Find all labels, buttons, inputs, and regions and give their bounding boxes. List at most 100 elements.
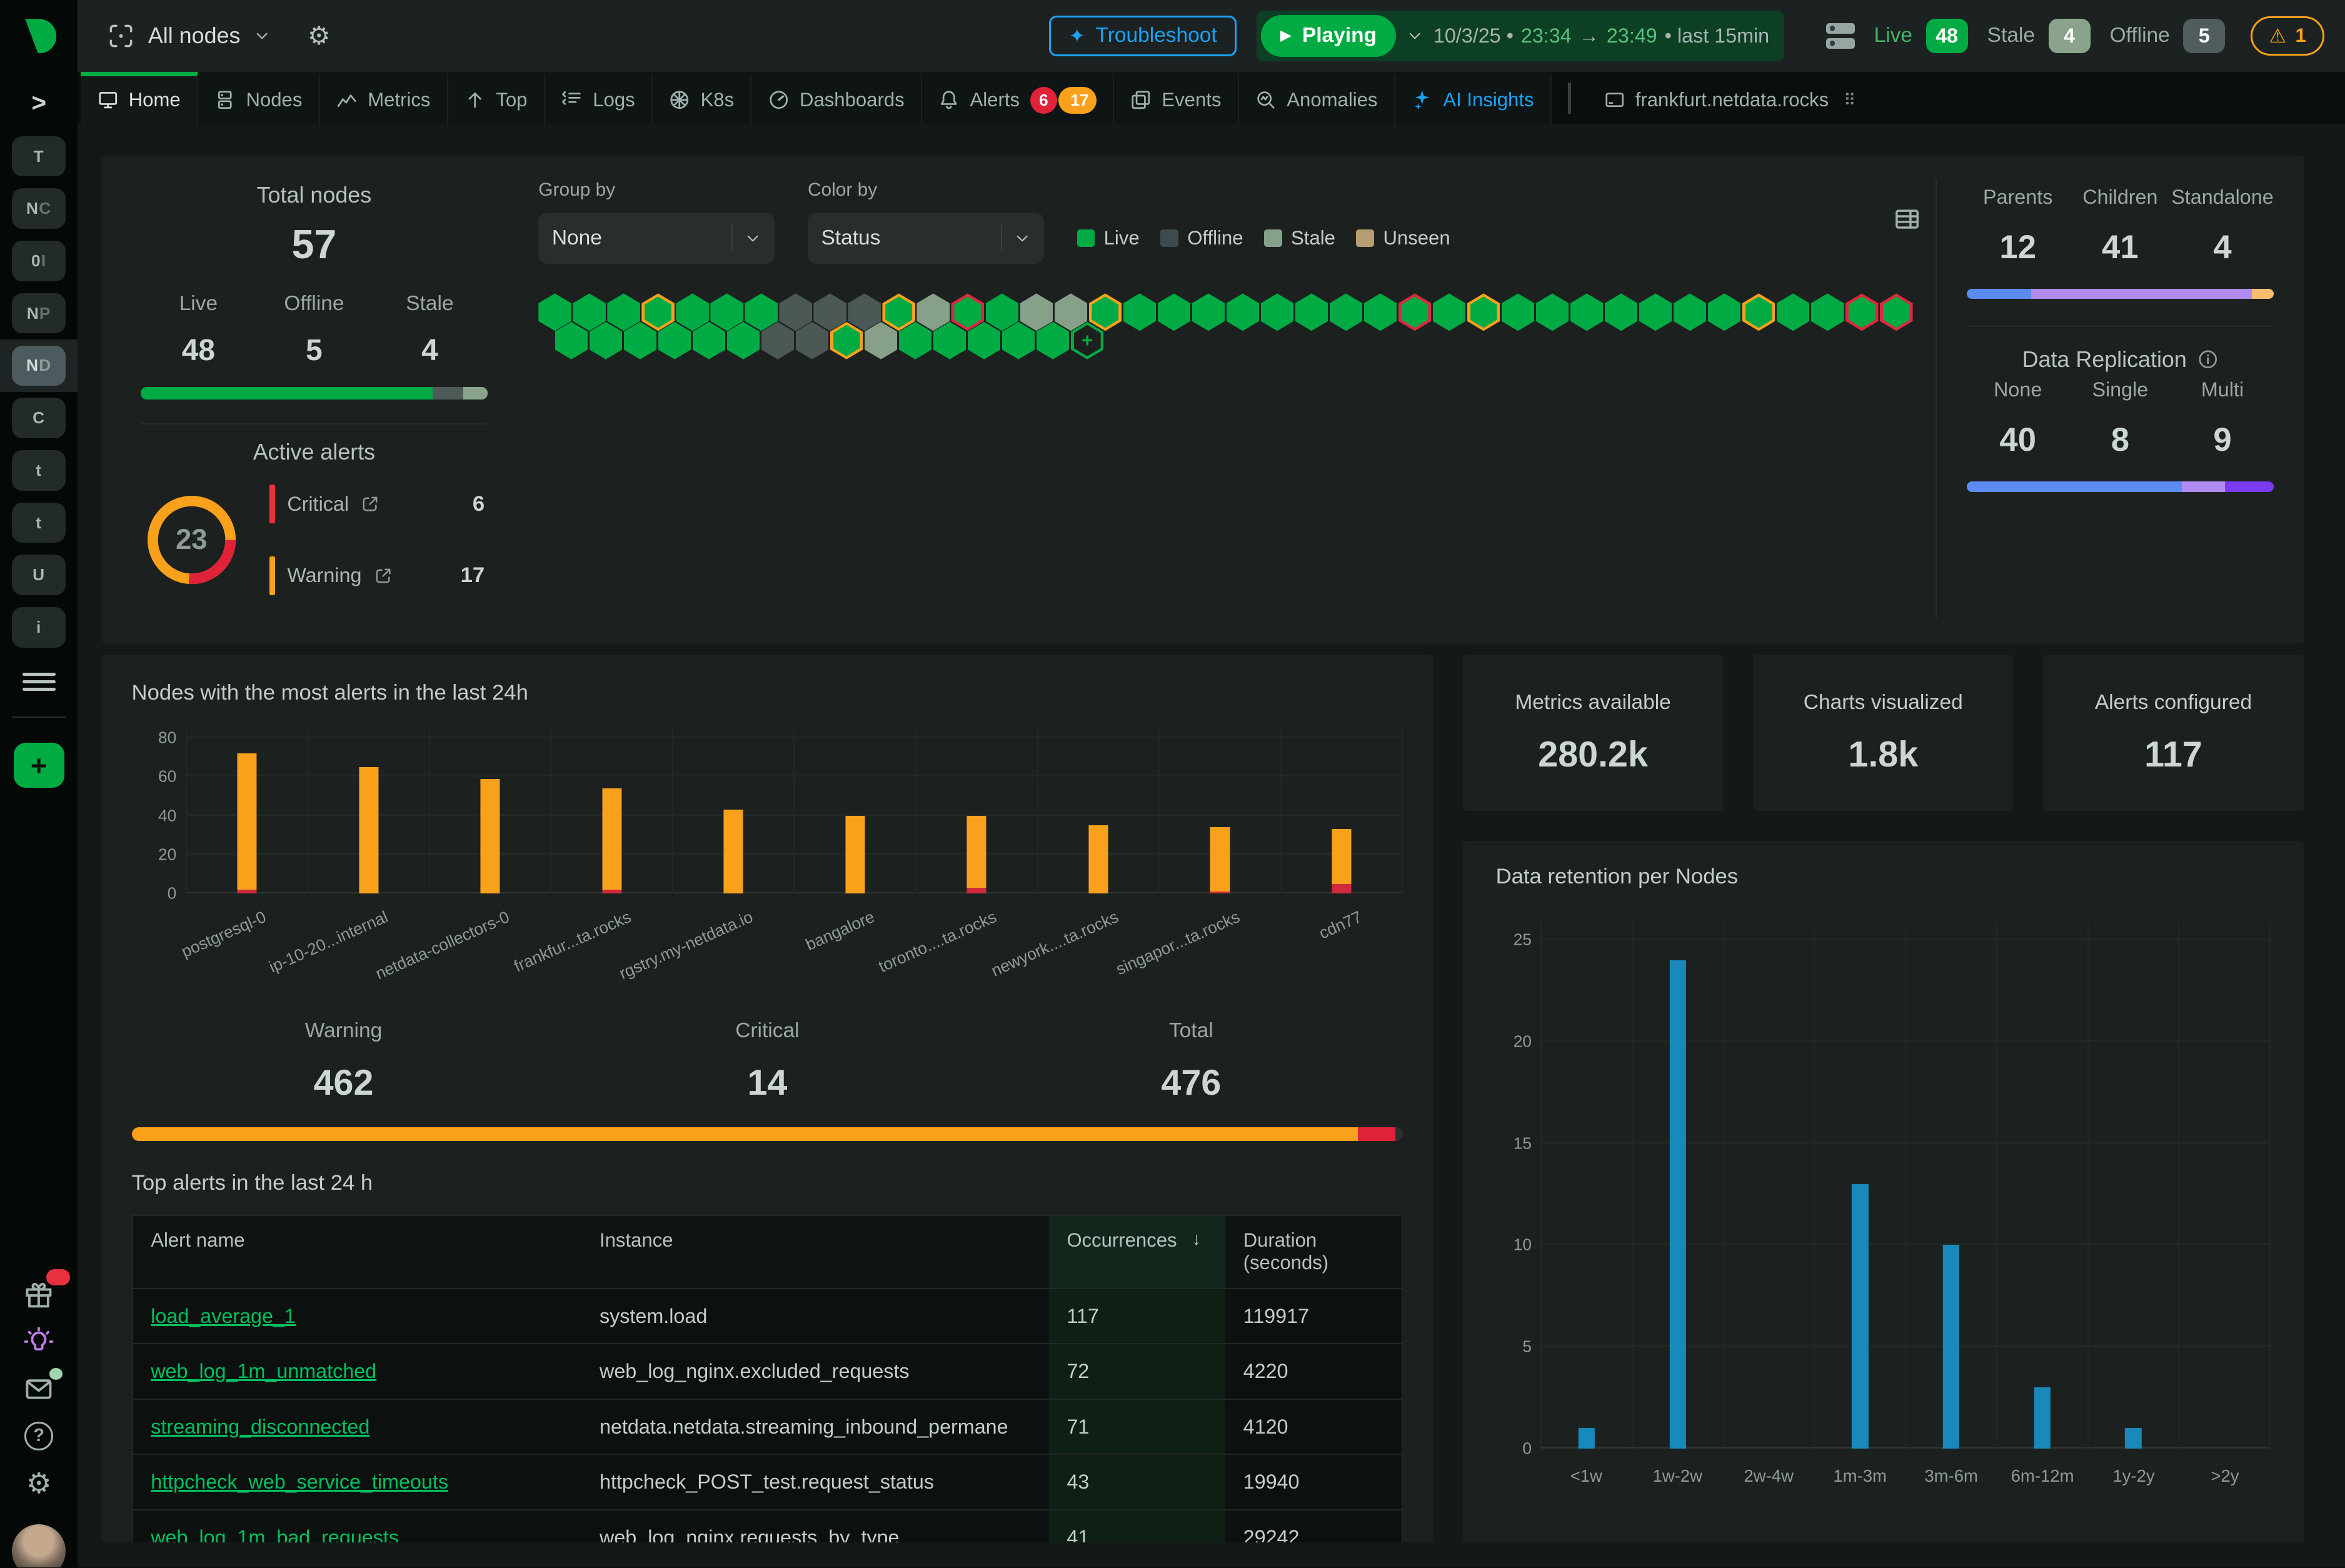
bar-bangalore [845, 816, 865, 893]
sparkle-icon: ✦ [1069, 26, 1085, 46]
playing-button[interactable]: ▶ Playing [1261, 15, 1396, 57]
alerts-ratio-bar [132, 1127, 1403, 1141]
mail-icon[interactable] [19, 1371, 58, 1407]
alert-name-cell[interactable]: web_log_1m_unmatched [133, 1343, 582, 1399]
tab-alerts[interactable]: Alerts617 [922, 72, 1114, 124]
tab-separator [1568, 83, 1571, 114]
alerts-bar-chart: 020406080postgresql-0ip-10-20...internal… [132, 729, 1403, 995]
alert-name-link[interactable]: web_log_1m_unmatched [151, 1360, 376, 1383]
alert-name-cell[interactable]: load_average_1 [133, 1288, 582, 1344]
x-axis-label: 1w-2w [1632, 1466, 1723, 1486]
sort-descending-icon: ↓ [1192, 1229, 1201, 1250]
warning-count: 1 [2296, 24, 2306, 47]
sidebar-workspace-0i-2[interactable]: 0I [12, 241, 66, 281]
sidebar-workspace-nc-1[interactable]: NC [12, 188, 66, 229]
tab-home[interactable]: Home [81, 72, 198, 124]
tab-dashboards[interactable]: Dashboards [751, 72, 922, 124]
x-axis-labels: postgresql-0ip-10-20...internalnetdata-c… [186, 902, 1403, 995]
user-avatar[interactable] [12, 1524, 66, 1567]
color-by-select[interactable]: Status [808, 213, 1044, 263]
sidebar-workspace-t-7[interactable]: t [12, 503, 66, 543]
alert-name-cell[interactable]: web_log_1m_bad_requests [133, 1509, 582, 1542]
table-header-duration-seconds[interactable]: Duration (seconds) [1225, 1216, 1402, 1288]
space-settings-gear-icon[interactable]: ⚙ [299, 22, 339, 50]
alerts-summary: Warning462 Critical14 Total476 [132, 1019, 1403, 1103]
k8s-icon [669, 89, 690, 110]
table-row: httpcheck_web_service_timeoutshttpcheck_… [133, 1454, 1402, 1509]
alert-name-link[interactable]: streaming_disconnected [151, 1415, 369, 1439]
drag-handle-icon[interactable]: ⠿ [1844, 91, 1855, 110]
gift-icon[interactable] [19, 1277, 58, 1312]
sidebar-expand-icon[interactable]: > [23, 88, 55, 116]
chart-column [1540, 922, 1632, 1449]
warning-bar-segment [967, 816, 987, 888]
critical-bar-segment [237, 890, 256, 893]
alert-name-link[interactable]: httpcheck_web_service_timeouts [151, 1470, 448, 1494]
node-status-breakdown: Live48 Offline5 Stale4 [141, 292, 488, 368]
tab-k8s[interactable]: K8s [653, 72, 751, 124]
sidebar-workspace-i-9[interactable]: i [12, 607, 66, 648]
chart-column [550, 729, 672, 893]
tab-top[interactable]: Top [448, 72, 545, 124]
sidebar-workspace-np-3[interactable]: NP [12, 293, 66, 334]
chart-column [1905, 922, 1996, 1449]
hamburger-menu-icon[interactable] [23, 668, 56, 695]
table-header-occurrences[interactable]: Occurrences↓ [1049, 1216, 1225, 1288]
offline-count-badge[interactable]: 5 [2183, 19, 2225, 53]
sidebar-workspace-c-5[interactable]: C [12, 398, 66, 438]
standalone-label: Standalone [2171, 186, 2274, 209]
info-icon[interactable] [2197, 349, 2218, 369]
x-axis-labels: <1w1w-2w2w-4w1m-3m3m-6m6m-12m1y-2y>2y [1540, 1466, 2271, 1486]
tab-metrics[interactable]: Metrics [320, 72, 448, 124]
gear-icon[interactable]: ⚙ [19, 1465, 58, 1501]
sidebar-workspace-t-0[interactable]: T [12, 136, 66, 177]
netdata-logo-icon [0, 0, 78, 72]
warning-count: 17 [461, 563, 485, 588]
sidebar-workspace-u-8[interactable]: U [12, 555, 66, 595]
external-link-icon[interactable] [374, 566, 393, 585]
tab-nodes[interactable]: Nodes [198, 72, 320, 124]
bar-rgstry-my-netdata-io [724, 810, 743, 893]
alert-name-link[interactable]: load_average_1 [151, 1305, 296, 1328]
tab-logs[interactable]: Logs [545, 72, 653, 124]
tab-ai-insights[interactable]: AI Insights [1395, 72, 1552, 124]
critical-bar-segment [967, 888, 987, 893]
chart-column [915, 729, 1037, 893]
nodes-hexagon-map: + [538, 293, 1924, 359]
workspace-row: NC [0, 183, 78, 235]
help-icon[interactable]: ? [19, 1418, 58, 1454]
alert-name-link[interactable]: web_log_1m_bad_requests [151, 1526, 399, 1542]
node-list-icon[interactable] [1826, 23, 1854, 49]
sidebar-workspace-t-6[interactable]: t [12, 450, 66, 491]
bulb-icon[interactable] [19, 1324, 58, 1359]
chart-column [672, 729, 794, 893]
bar-ip-10-20-internal [359, 767, 378, 893]
bar-3m-6m [1943, 1245, 1959, 1448]
table-header-instance[interactable]: Instance [581, 1216, 1048, 1288]
notification-warning-badge[interactable]: ⚠ 1 [2251, 16, 2324, 55]
chevron-down-icon[interactable] [1407, 28, 1423, 44]
troubleshoot-button[interactable]: ✦ Troubleshoot [1049, 16, 1237, 56]
table-header-alert-name[interactable]: Alert name [133, 1216, 582, 1288]
group-by-select[interactable]: None [538, 213, 775, 263]
sidebar-workspace-nd-4[interactable]: ND [12, 346, 66, 386]
table-view-icon[interactable] [1891, 206, 1924, 238]
tab-frankfurt-netdata-rocks[interactable]: frankfurt.netdata.rocks⠿ [1587, 72, 1872, 124]
stale-label: Stale [372, 292, 488, 316]
y-axis-tick: 80 [132, 728, 177, 748]
add-space-button[interactable]: + [14, 743, 64, 788]
chevron-down-icon [254, 28, 270, 44]
tab-events[interactable]: Events [1114, 72, 1239, 124]
alert-name-cell[interactable]: streaming_disconnected [133, 1399, 582, 1454]
live-segment [141, 387, 433, 399]
tab-anomalies[interactable]: Anomalies [1239, 72, 1395, 124]
live-count-badge[interactable]: 48 [1926, 19, 1968, 53]
tab-label: Nodes [246, 89, 303, 111]
external-link-icon[interactable] [361, 494, 380, 513]
date-range-picker[interactable]: 10/3/25 • 23:34 → 23:49 • last 15min [1434, 24, 1769, 48]
workspace-row: U [0, 549, 78, 601]
nodes-icon [214, 89, 235, 110]
stale-count-badge[interactable]: 4 [2049, 19, 2091, 53]
node-scope-dropdown[interactable]: All nodes [99, 21, 279, 51]
alert-name-cell[interactable]: httpcheck_web_service_timeouts [133, 1454, 582, 1509]
